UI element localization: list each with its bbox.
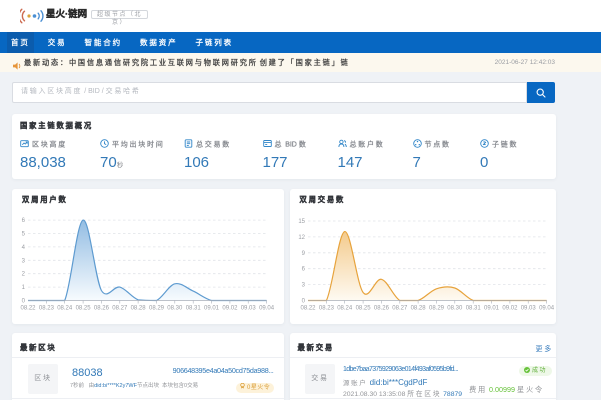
svg-text:08.31: 08.31: [186, 305, 202, 311]
svg-text:5: 5: [22, 231, 26, 237]
svg-text:08.23: 08.23: [318, 305, 334, 311]
svg-text:09.03: 09.03: [241, 305, 257, 311]
svg-text:08.29: 08.29: [149, 305, 165, 311]
svg-text:2: 2: [22, 271, 26, 277]
svg-text:08.26: 08.26: [373, 305, 389, 311]
svg-text:08.27: 08.27: [112, 305, 128, 311]
svg-text:08.22: 08.22: [20, 305, 36, 311]
svg-text:12: 12: [298, 234, 305, 240]
svg-text:08.23: 08.23: [39, 305, 55, 311]
svg-text:15: 15: [298, 219, 305, 225]
svg-text:1: 1: [22, 285, 26, 291]
svg-text:09.04: 09.04: [259, 305, 275, 311]
svg-text:3: 3: [301, 282, 305, 288]
svg-text:08.28: 08.28: [410, 305, 426, 311]
svg-text:6: 6: [22, 218, 26, 224]
svg-text:9: 9: [301, 250, 305, 256]
svg-text:3: 3: [22, 258, 26, 264]
svg-text:08.27: 08.27: [392, 305, 408, 311]
svg-text:09.04: 09.04: [539, 305, 555, 311]
svg-text:09.02: 09.02: [222, 305, 238, 311]
svg-text:4: 4: [22, 244, 26, 250]
svg-text:08.24: 08.24: [337, 305, 353, 311]
svg-text:09.01: 09.01: [204, 305, 220, 311]
svg-text:09.03: 09.03: [520, 305, 536, 311]
svg-text:08.28: 08.28: [131, 305, 147, 311]
svg-text:08.25: 08.25: [355, 305, 371, 311]
svg-text:08.25: 08.25: [76, 305, 92, 311]
svg-text:08.29: 08.29: [428, 305, 444, 311]
svg-text:09.01: 09.01: [483, 305, 499, 311]
svg-text:0: 0: [301, 298, 305, 304]
svg-text:08.26: 08.26: [94, 305, 110, 311]
svg-text:09.02: 09.02: [502, 305, 518, 311]
svg-text:6: 6: [301, 266, 305, 272]
svg-text:08.24: 08.24: [57, 305, 73, 311]
svg-text:08.22: 08.22: [300, 305, 316, 311]
svg-text:08.31: 08.31: [465, 305, 481, 311]
svg-text:0: 0: [22, 298, 26, 304]
svg-text:08.30: 08.30: [447, 305, 463, 311]
svg-text:08.30: 08.30: [167, 305, 183, 311]
